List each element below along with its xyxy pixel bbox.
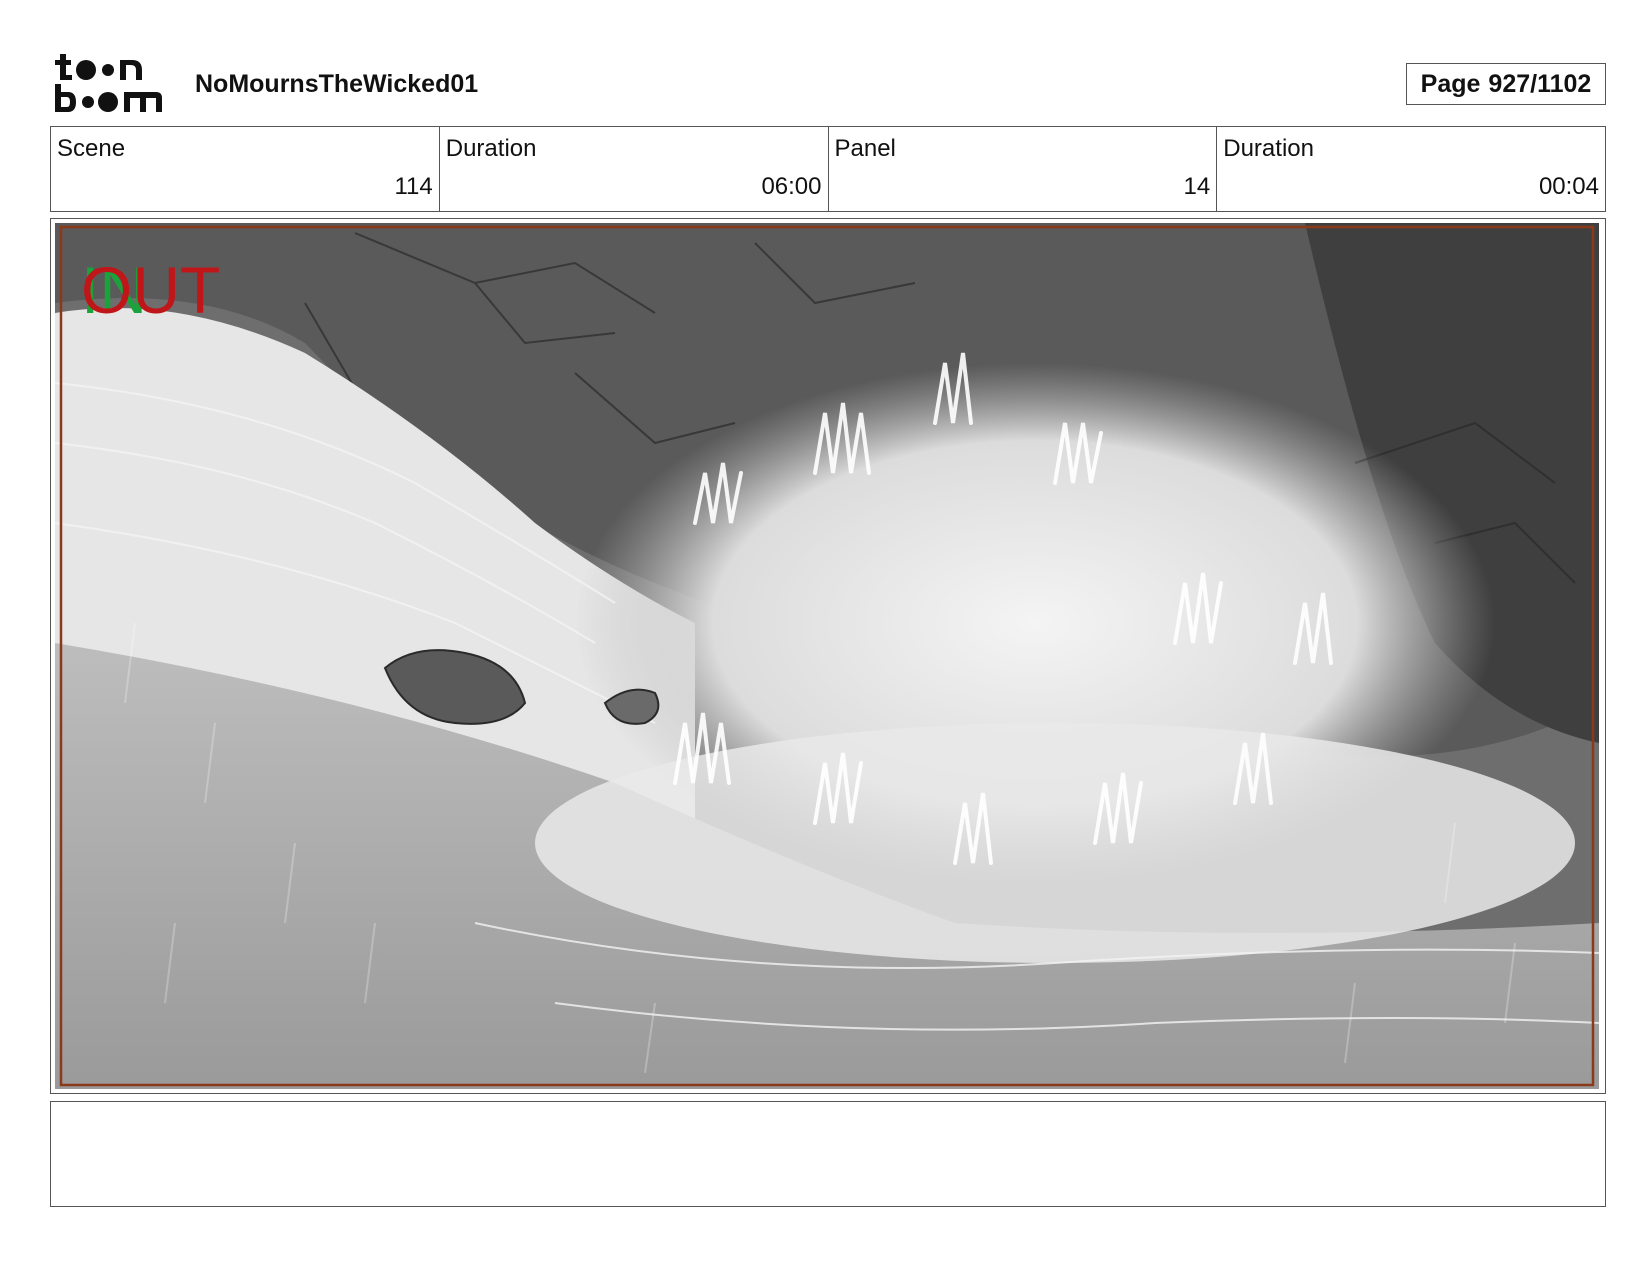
scene-label: Scene <box>57 135 126 162</box>
scene-duration-label: Duration <box>445 135 537 162</box>
panel-notes <box>50 1101 1606 1207</box>
scene-cell: Scene 114 <box>51 127 440 211</box>
scene-info-table: Scene 114 Duration 06:00 Panel 14 Durati… <box>50 126 1606 212</box>
out-marker: OUT <box>81 253 220 323</box>
project-title: NoMournsTheWicked01 <box>195 70 479 98</box>
toon-boom-logo <box>55 54 162 112</box>
panel-label: Panel <box>834 135 896 162</box>
panel-artwork <box>55 223 1599 1089</box>
panel-value: 14 <box>1183 173 1211 200</box>
scene-duration-value: 06:00 <box>761 173 822 200</box>
page-label: Page <box>1420 69 1481 98</box>
scene-duration-cell: Duration 06:00 <box>440 127 829 211</box>
page-indicator: Page 927/1102 <box>1406 63 1606 105</box>
panel-duration-value: 00:04 <box>1538 173 1599 200</box>
panel-duration-label: Duration <box>1223 135 1314 162</box>
panel-duration-cell: Duration 00:04 <box>1217 127 1605 211</box>
storyboard-panel: IN OUT <box>50 218 1606 1094</box>
in-out-marker: IN OUT <box>81 253 220 323</box>
panel-cell: Panel 14 <box>829 127 1218 211</box>
page-number: 927/1102 <box>1488 69 1592 98</box>
scene-value: 114 <box>394 173 433 200</box>
